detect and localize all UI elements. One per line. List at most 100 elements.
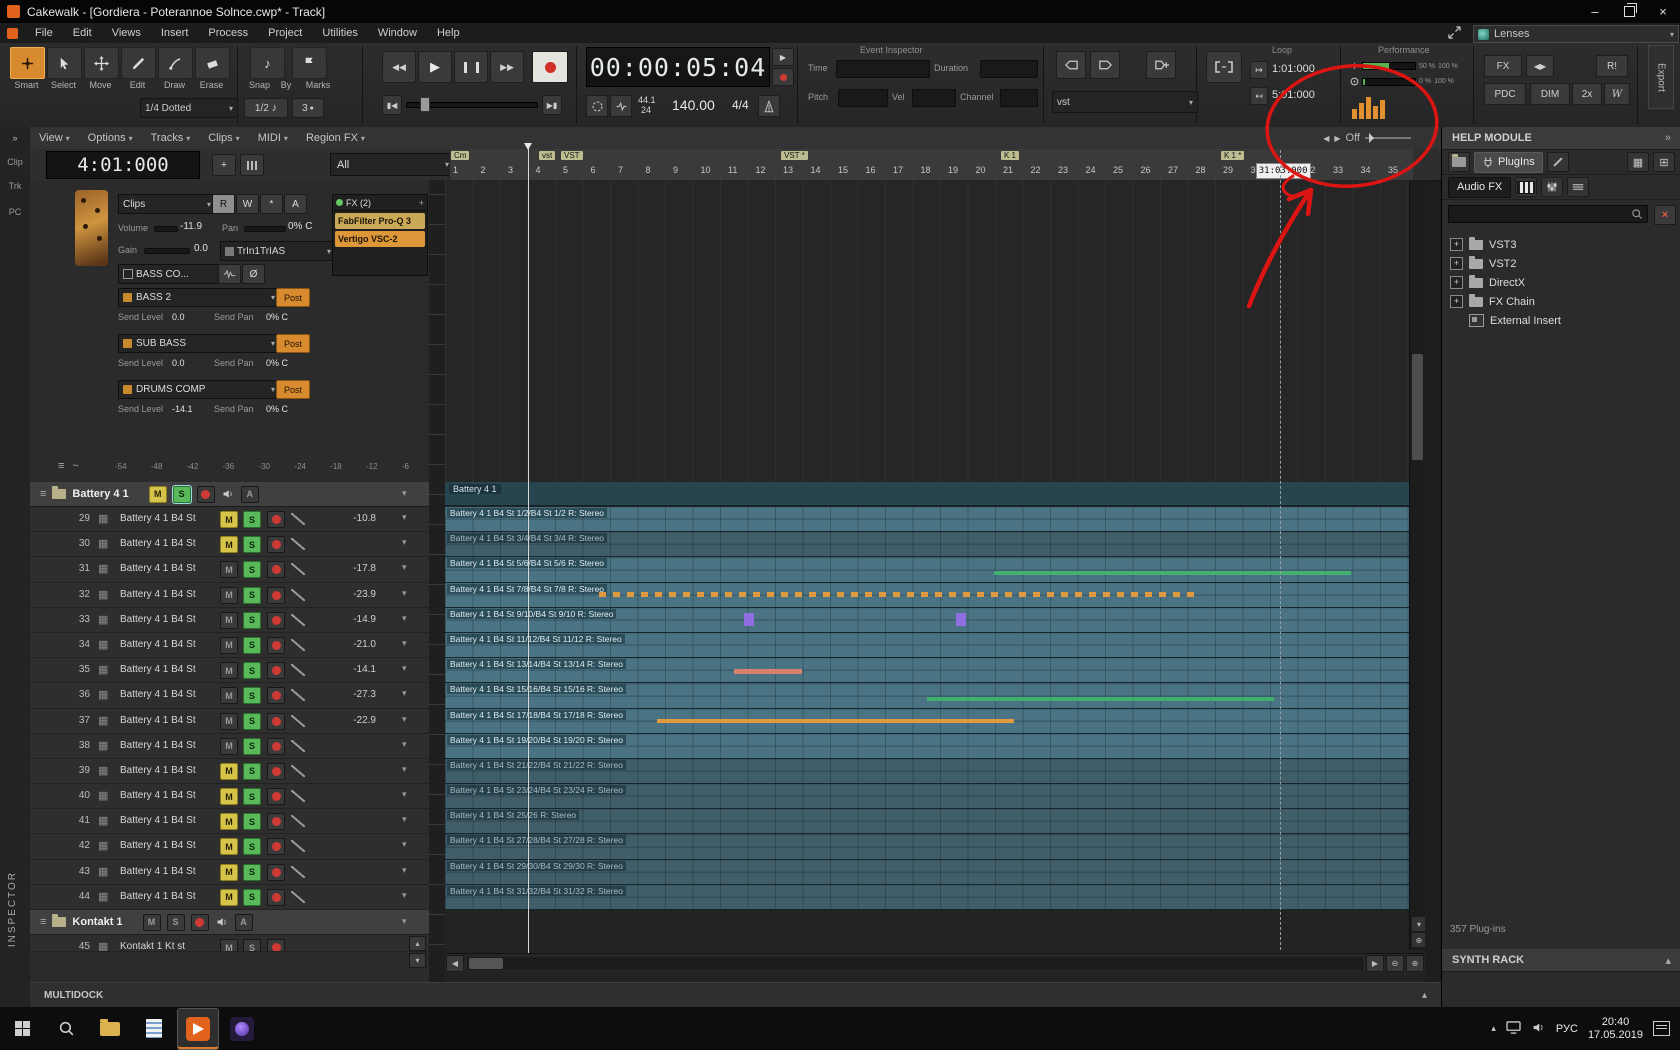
track-view-menu-item[interactable]: Region FX▾ xyxy=(297,132,374,144)
tab-plugins[interactable]: PlugIns xyxy=(1474,152,1543,173)
send-destination-dropdown[interactable]: BASS 2▾ xyxy=(118,288,280,307)
chevron-down-icon[interactable]: ▾ xyxy=(402,916,407,927)
clips-pane[interactable]: Battery 4 1 Battery 4 1 B4 St 1/2/B4 St … xyxy=(445,180,1425,982)
waveform-preview-button[interactable]: W xyxy=(1604,83,1630,105)
media-browser-icon[interactable] xyxy=(1448,152,1470,172)
solo-button[interactable]: S xyxy=(243,511,261,528)
chevron-down-icon[interactable]: ▾ xyxy=(402,688,407,699)
scroll-left-icon[interactable]: ◀ xyxy=(446,955,464,972)
mute-button[interactable]: M xyxy=(220,511,238,528)
track-view-menu-item[interactable]: Tracks▾ xyxy=(142,132,200,144)
record-arm-button[interactable] xyxy=(197,486,215,503)
trk-tab[interactable]: Trk xyxy=(0,181,30,191)
erase-tool-button[interactable] xyxy=(195,47,230,79)
chevron-down-icon[interactable]: ▾ xyxy=(402,814,407,825)
send-level-value[interactable]: 0.0 xyxy=(172,358,185,368)
pan-slider[interactable] xyxy=(244,226,286,232)
volume-icon[interactable] xyxy=(1531,1021,1546,1037)
solo-button[interactable]: S xyxy=(173,486,191,503)
track-row[interactable]: 33 ▦ Battery 4 1 B4 St M S -14.9 ▾ xyxy=(30,608,429,633)
scroll-down-icon[interactable]: ▾ xyxy=(1411,916,1425,932)
select-tool-button[interactable] xyxy=(47,47,82,79)
track-view-menu-item[interactable]: Options▾ xyxy=(79,132,142,144)
menu-item[interactable]: Project xyxy=(258,27,312,39)
taskbar-search-button[interactable] xyxy=(44,1007,88,1050)
automation-icon[interactable] xyxy=(291,614,305,626)
solo-button[interactable]: S xyxy=(243,587,261,604)
chevron-down-icon[interactable]: ▾ xyxy=(402,512,407,523)
plugin-tree-item[interactable]: + External Insert xyxy=(1450,311,1670,330)
menu-item[interactable]: Window xyxy=(368,27,427,39)
expand-icon[interactable]: + xyxy=(1450,257,1463,270)
mute-button[interactable]: M xyxy=(220,889,238,906)
chevron-down-icon[interactable]: ▾ xyxy=(402,890,407,901)
mute-button[interactable]: M xyxy=(220,637,238,654)
collapse-icon[interactable]: ▴ xyxy=(1665,954,1671,967)
menu-item[interactable]: Utilities xyxy=(312,27,367,39)
track-view-menu-item[interactable]: View▾ xyxy=(30,132,79,144)
layout-icon[interactable] xyxy=(1567,177,1589,197)
track-image-bass[interactable] xyxy=(75,190,108,266)
solo-button[interactable]: S xyxy=(243,738,261,755)
dim-button[interactable]: DIM xyxy=(1530,83,1570,105)
record-arm-button[interactable] xyxy=(267,612,285,629)
automation-icon[interactable] xyxy=(291,715,305,727)
record-arm-button[interactable] xyxy=(267,536,285,553)
clip[interactable]: Battery 4 1 B4 St 27/28/B4 St 27/28 R: S… xyxy=(445,834,1409,859)
automation-icon[interactable] xyxy=(291,589,305,601)
solo-button[interactable]: S xyxy=(243,662,261,679)
gain-slider[interactable] xyxy=(144,248,190,254)
archive-button[interactable]: A xyxy=(284,194,307,214)
solo-button[interactable]: S xyxy=(243,561,261,578)
record-arm-button[interactable] xyxy=(267,687,285,704)
add-fx-icon[interactable]: + xyxy=(419,198,424,208)
solo-button[interactable]: S xyxy=(167,914,185,931)
bypass-icon[interactable]: ◀▶ xyxy=(1526,55,1554,77)
menu-item[interactable]: Insert xyxy=(151,27,199,39)
mute-button[interactable]: M xyxy=(220,788,238,805)
undock-icon[interactable]: ⊞ xyxy=(1653,152,1675,172)
mute-button[interactable]: M xyxy=(220,687,238,704)
record-arm-button[interactable] xyxy=(267,561,285,578)
close-button[interactable]: × xyxy=(1646,0,1680,23)
mute-button[interactable]: M xyxy=(220,838,238,855)
chevron-down-icon[interactable]: ▾ xyxy=(402,739,407,750)
plugin-tree-item[interactable]: + VST3 xyxy=(1450,235,1670,254)
solo-button[interactable]: S xyxy=(243,637,261,654)
menu-item[interactable]: Process xyxy=(198,27,258,39)
file-explorer-taskbar-icon[interactable] xyxy=(90,1009,130,1049)
track-volume-value[interactable]: -14.1 xyxy=(330,664,376,675)
clip-tab[interactable]: Clip xyxy=(0,157,30,167)
solo-button[interactable]: S xyxy=(243,687,261,704)
expand-multidock-icon[interactable]: ▴ xyxy=(1422,990,1427,1001)
fx-global-button[interactable]: FX xyxy=(1484,55,1522,77)
fx-plugin-chip[interactable]: FabFilter Pro-Q 3 xyxy=(335,213,425,229)
clip[interactable]: Battery 4 1 B4 St 15/16/B4 St 15/16 R: S… xyxy=(445,683,1409,708)
record-arm-button[interactable] xyxy=(191,914,209,931)
track-row[interactable]: 45 ▦ Kontakt 1 Kt st M S xyxy=(30,935,429,952)
clip[interactable]: Battery 4 1 B4 St 7/8/B4 St 7/8 R: Stere… xyxy=(445,583,1409,608)
chevron-down-icon[interactable]: ▾ xyxy=(402,789,407,800)
solo-button[interactable]: S xyxy=(243,813,261,830)
ruler-selection-box[interactable]: 31:03:000 xyxy=(1256,163,1311,179)
gain-value[interactable]: 0.0 xyxy=(194,243,208,254)
transport-slider-handle[interactable] xyxy=(420,97,430,112)
track-volume-value[interactable]: -17.8 xyxy=(330,563,376,574)
draw-tool-button[interactable] xyxy=(158,47,193,79)
write-automation-button[interactable]: W xyxy=(236,194,259,214)
empty-track-area[interactable] xyxy=(445,180,1409,482)
expand-icon[interactable]: + xyxy=(1450,276,1463,289)
lenses-dropdown[interactable]: Lenses ▾ xyxy=(1473,25,1679,43)
double-speed-button[interactable]: 2x xyxy=(1572,83,1602,105)
cakewalk-taskbar-icon[interactable] xyxy=(178,1009,218,1049)
send-destination-dropdown[interactable]: DRUMS COMP▾ xyxy=(118,380,280,399)
send-level-value[interactable]: 0.0 xyxy=(172,312,185,322)
mixer-strip-icon[interactable] xyxy=(1541,177,1563,197)
track-filter-dropdown[interactable]: All▾ xyxy=(330,153,456,176)
notepad-taskbar-icon[interactable] xyxy=(134,1009,174,1049)
menu-item[interactable]: Help xyxy=(427,27,470,39)
menu-item[interactable]: Views xyxy=(102,27,151,39)
chevron-down-icon[interactable]: ▾ xyxy=(402,613,407,624)
clip[interactable]: Battery 4 1 B4 St 11/12/B4 St 11/12 R: S… xyxy=(445,633,1409,658)
aim-assist-value[interactable]: Off xyxy=(1346,132,1360,144)
